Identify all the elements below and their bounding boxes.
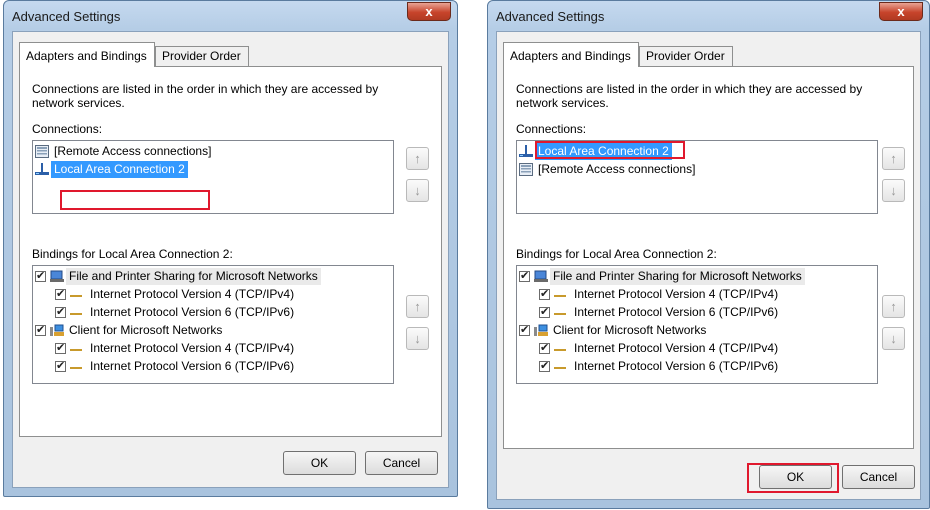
tab-panel: Connections are listed in the order in w… — [503, 66, 914, 449]
title-bar[interactable]: Advanced Settings x — [4, 1, 457, 31]
binding-item-client-networks[interactable]: Client for Microsoft Networks — [519, 322, 709, 339]
protocol-icon — [554, 343, 566, 351]
up-arrow-icon: ↑ — [890, 299, 897, 314]
client-networks-icon — [534, 324, 548, 337]
binding-item-client-networks[interactable]: Client for Microsoft Networks — [35, 322, 225, 339]
binding-item-ipv4[interactable]: Internet Protocol Version 4 (TCP/IPv4) — [55, 340, 297, 357]
dialog-client-area: Adapters and Bindings Provider Order Con… — [12, 31, 449, 488]
connection-item-remote-access[interactable]: [Remote Access connections] — [519, 161, 698, 178]
connection-item-local-area-connection-2[interactable]: Local Area Connection 2 — [35, 161, 188, 178]
connections-list[interactable]: [Remote Access connections] Local Area C… — [32, 140, 394, 214]
up-arrow-icon: ↑ — [414, 299, 421, 314]
ok-button[interactable]: OK — [759, 465, 832, 489]
protocol-icon — [70, 289, 82, 297]
network-adapter-icon — [519, 145, 533, 158]
binding-item-ipv6[interactable]: Internet Protocol Version 6 (TCP/IPv6) — [539, 304, 781, 321]
binding-item-ipv4[interactable]: Internet Protocol Version 4 (TCP/IPv4) — [539, 286, 781, 303]
up-arrow-icon: ↑ — [414, 151, 421, 166]
tab-adapters-and-bindings[interactable]: Adapters and Bindings — [503, 42, 639, 67]
connections-label: Connections: — [516, 122, 587, 136]
checkbox[interactable] — [55, 304, 66, 321]
binding-item-ipv6[interactable]: Internet Protocol Version 6 (TCP/IPv6) — [55, 304, 297, 321]
protocol-icon — [554, 361, 566, 369]
checkbox[interactable] — [539, 304, 550, 321]
connection-item-local-area-connection-2[interactable]: Local Area Connection 2 — [519, 143, 672, 160]
file-printer-sharing-icon — [50, 270, 64, 283]
protocol-icon — [70, 307, 82, 315]
bindings-label: Bindings for Local Area Connection 2: — [32, 247, 233, 261]
bindings-label: Bindings for Local Area Connection 2: — [516, 247, 717, 261]
description-text: Connections are listed in the order in w… — [516, 82, 863, 110]
bindings-list[interactable]: File and Printer Sharing for Microsoft N… — [516, 265, 878, 384]
protocol-icon — [554, 289, 566, 297]
tab-adapters-and-bindings[interactable]: Adapters and Bindings — [19, 42, 155, 67]
close-button[interactable]: x — [879, 2, 923, 21]
advanced-settings-dialog-before: Advanced Settings x Adapters and Binding… — [3, 0, 458, 497]
checkbox[interactable] — [519, 322, 530, 339]
bindings-list[interactable]: File and Printer Sharing for Microsoft N… — [32, 265, 394, 384]
close-button[interactable]: x — [407, 2, 451, 21]
tab-provider-order[interactable]: Provider Order — [639, 46, 733, 66]
binding-move-up-button[interactable]: ↑ — [406, 295, 429, 318]
protocol-icon — [70, 343, 82, 351]
network-adapter-icon — [35, 163, 49, 176]
binding-item-file-printer-sharing[interactable]: File and Printer Sharing for Microsoft N… — [519, 268, 805, 285]
cancel-button[interactable]: Cancel — [365, 451, 438, 475]
checkbox[interactable] — [539, 286, 550, 303]
checkbox[interactable] — [35, 322, 46, 339]
binding-item-ipv6[interactable]: Internet Protocol Version 6 (TCP/IPv6) — [539, 358, 781, 375]
close-icon: x — [897, 4, 905, 19]
checkbox[interactable] — [55, 286, 66, 303]
binding-item-ipv6[interactable]: Internet Protocol Version 6 (TCP/IPv6) — [55, 358, 297, 375]
tab-provider-order[interactable]: Provider Order — [155, 46, 249, 66]
binding-move-down-button[interactable]: ↓ — [406, 327, 429, 350]
client-networks-icon — [50, 324, 64, 337]
protocol-icon — [70, 361, 82, 369]
cancel-button[interactable]: Cancel — [842, 465, 915, 489]
up-arrow-icon: ↑ — [890, 151, 897, 166]
checkbox[interactable] — [519, 268, 530, 285]
connection-move-up-button[interactable]: ↑ — [406, 147, 429, 170]
protocol-icon — [554, 307, 566, 315]
advanced-settings-dialog-after: Advanced Settings x Adapters and Binding… — [487, 0, 930, 509]
remote-access-icon — [519, 163, 533, 177]
binding-move-up-button[interactable]: ↑ — [882, 295, 905, 318]
connection-move-up-button[interactable]: ↑ — [882, 147, 905, 170]
binding-item-file-printer-sharing[interactable]: File and Printer Sharing for Microsoft N… — [35, 268, 321, 285]
remote-access-icon — [35, 145, 49, 159]
dialog-title: Advanced Settings — [12, 9, 121, 24]
connection-move-down-button[interactable]: ↓ — [406, 179, 429, 202]
title-bar[interactable]: Advanced Settings x — [488, 1, 929, 31]
connections-label: Connections: — [32, 122, 103, 136]
dialog-title: Advanced Settings — [496, 9, 605, 24]
down-arrow-icon: ↓ — [414, 331, 421, 346]
down-arrow-icon: ↓ — [890, 183, 897, 198]
binding-move-down-button[interactable]: ↓ — [882, 327, 905, 350]
checkbox[interactable] — [539, 340, 550, 357]
checkbox[interactable] — [539, 358, 550, 375]
checkbox[interactable] — [35, 268, 46, 285]
file-printer-sharing-icon — [534, 270, 548, 283]
close-icon: x — [425, 4, 433, 19]
binding-item-ipv4[interactable]: Internet Protocol Version 4 (TCP/IPv4) — [55, 286, 297, 303]
dialog-client-area: Adapters and Bindings Provider Order Con… — [496, 31, 921, 500]
connection-item-remote-access[interactable]: [Remote Access connections] — [35, 143, 214, 160]
checkbox[interactable] — [55, 340, 66, 357]
down-arrow-icon: ↓ — [890, 331, 897, 346]
ok-button[interactable]: OK — [283, 451, 356, 475]
description-text: Connections are listed in the order in w… — [32, 82, 379, 110]
tab-panel: Connections are listed in the order in w… — [19, 66, 442, 437]
binding-item-ipv4[interactable]: Internet Protocol Version 4 (TCP/IPv4) — [539, 340, 781, 357]
connections-list[interactable]: Local Area Connection 2 [Remote Access c… — [516, 140, 878, 214]
down-arrow-icon: ↓ — [414, 183, 421, 198]
connection-move-down-button[interactable]: ↓ — [882, 179, 905, 202]
checkbox[interactable] — [55, 358, 66, 375]
